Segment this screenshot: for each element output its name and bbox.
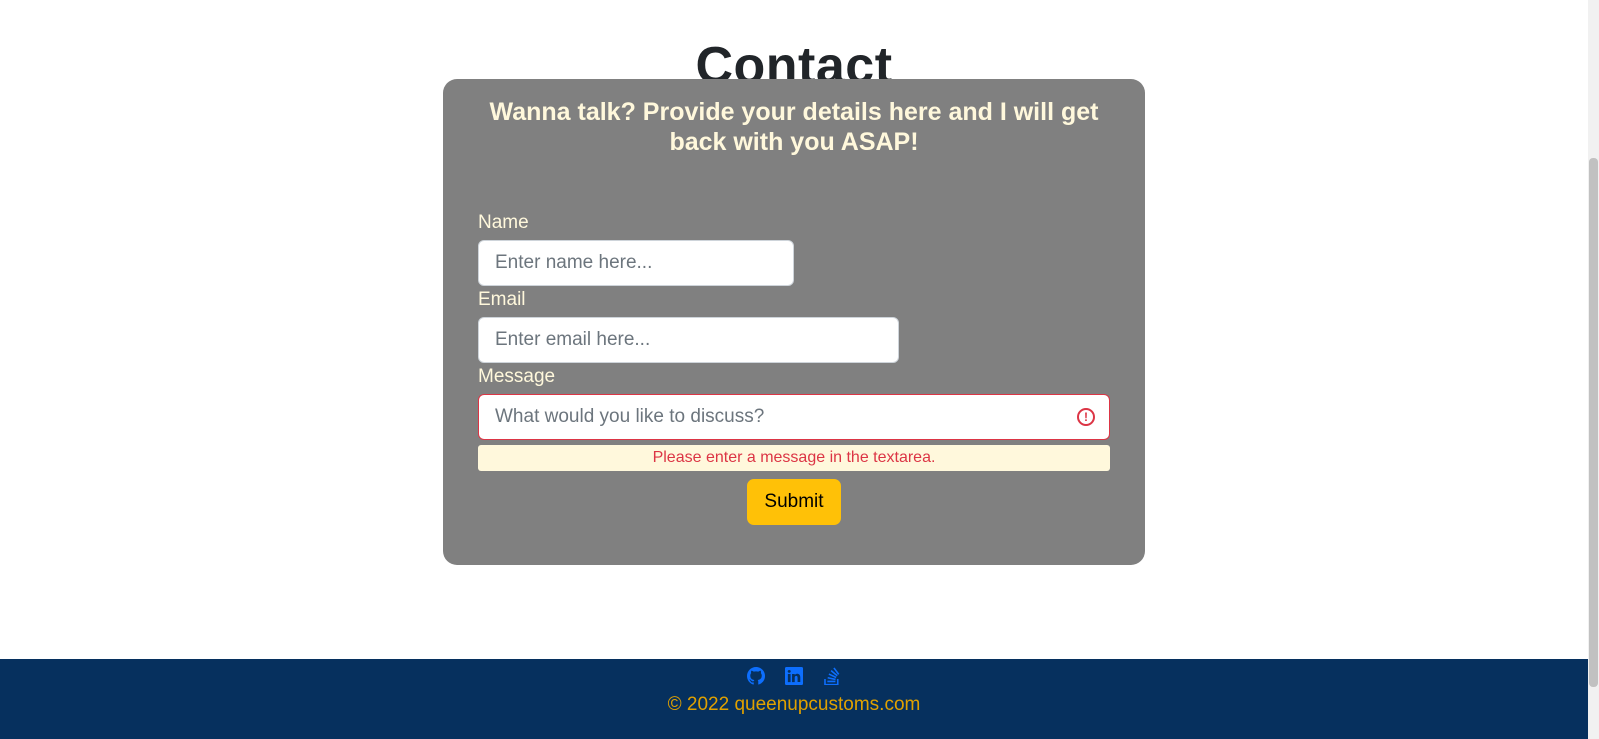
scrollbar[interactable] — [1588, 0, 1599, 739]
submit-button[interactable]: Submit — [747, 479, 841, 525]
stackoverflow-link[interactable] — [823, 667, 841, 690]
stackoverflow-icon — [824, 667, 840, 686]
message-textarea[interactable] — [478, 394, 1110, 440]
scrollbar-thumb[interactable] — [1589, 158, 1598, 687]
social-links — [0, 667, 1588, 690]
footer: © 2022 queenupcustoms.com — [0, 659, 1588, 739]
github-link[interactable] — [746, 667, 765, 690]
name-input[interactable] — [478, 240, 794, 286]
github-icon — [746, 667, 765, 685]
name-label: Name — [478, 212, 529, 233]
linkedin-icon — [785, 667, 803, 685]
linkedin-link[interactable] — [785, 667, 803, 690]
message-label: Message — [478, 366, 556, 387]
error-icon: ! — [1077, 408, 1095, 426]
email-input[interactable] — [478, 317, 899, 363]
contact-form-card: Wanna talk? Provide your details here an… — [443, 79, 1145, 565]
form-heading: Wanna talk? Provide your details here an… — [489, 98, 1099, 156]
email-label: Email — [478, 289, 526, 310]
message-error-feedback: Please enter a message in the textarea. — [478, 445, 1110, 471]
copyright-text: © 2022 queenupcustoms.com — [667, 694, 921, 715]
